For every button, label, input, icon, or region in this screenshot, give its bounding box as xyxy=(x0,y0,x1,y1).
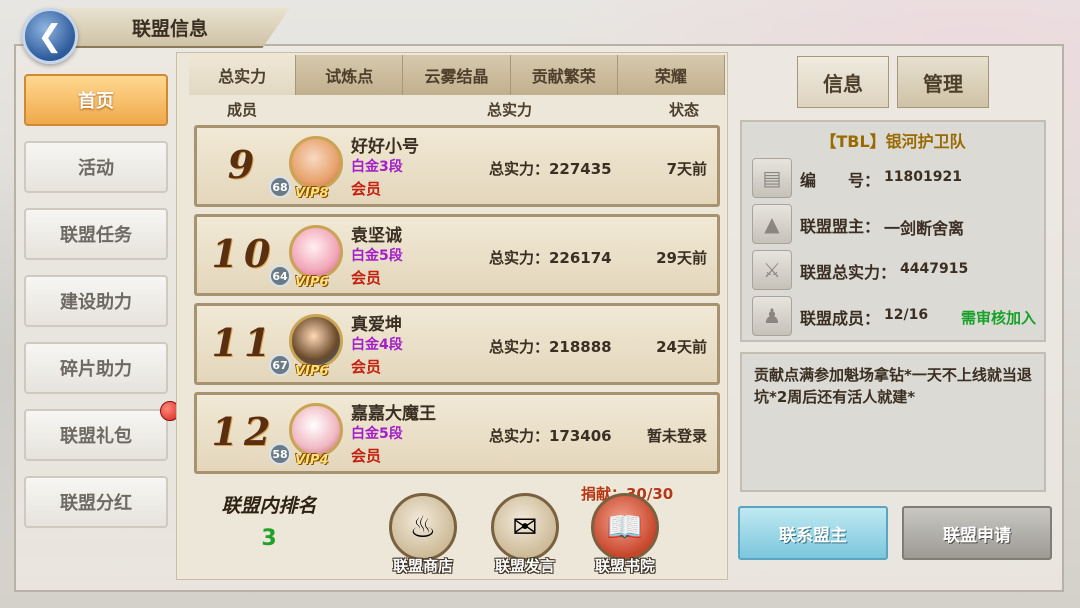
swords-icon: ⚔ xyxy=(752,250,792,290)
member-status: 24天前 xyxy=(656,338,707,356)
member-row[interactable]: 11 67 VIP6 真爱坤 白金4段 会员 总实力：218888 24天前 xyxy=(194,303,720,385)
member-power: 总实力：218888 xyxy=(489,338,612,356)
member-role: 会员 xyxy=(351,180,382,198)
nav-item-alliance-dividend[interactable]: 联盟分红 xyxy=(24,476,168,528)
info-tabs: 信息 管理 xyxy=(797,56,989,108)
tab-info[interactable]: 信息 xyxy=(797,56,889,108)
member-role: 会员 xyxy=(351,358,382,376)
tab-contribution[interactable]: 贡献繁荣 xyxy=(510,55,618,95)
member-grade: 白金5段 xyxy=(351,426,403,442)
level-badge: 64 xyxy=(269,265,291,287)
nav-item-fragment-help[interactable]: 碎片助力 xyxy=(24,342,168,394)
join-approval-badge: 需审核加入 xyxy=(960,309,1036,327)
member-row[interactable]: 12 58 VIP4 嘉嘉大魔王 白金5段 会员 总实力：173406 暂未登录 xyxy=(194,392,720,474)
alliance-shop-button[interactable]: ♨ 联盟商店 xyxy=(375,493,471,576)
id-icon: ▤ xyxy=(752,158,792,198)
pot-icon: ♨ xyxy=(389,493,457,561)
ranking-value: 3 xyxy=(261,526,277,551)
member-power: 总实力：173406 xyxy=(489,427,612,445)
vip-badge: VIP8 xyxy=(295,186,329,201)
member-name: 袁坚诚 xyxy=(351,226,402,246)
side-nav: 首页 活动 联盟任务 建设助力 碎片助力 联盟礼包 联盟分红 xyxy=(24,74,180,543)
info-row-leader: ▲ 联盟盟主： 一剑断舍离 xyxy=(752,204,1042,244)
vip-badge: VIP4 xyxy=(295,453,329,468)
member-avatar[interactable] xyxy=(289,225,343,279)
level-badge: 67 xyxy=(269,354,291,376)
alliance-name: 【TBL】银河护卫队 xyxy=(820,132,966,151)
member-name: 嘉嘉大魔王 xyxy=(351,404,436,424)
member-status: 7天前 xyxy=(666,160,707,178)
alliance-ranking: 联盟内排名 3 xyxy=(195,491,343,571)
nav-item-activity[interactable]: 活动 xyxy=(24,141,168,193)
member-role: 会员 xyxy=(351,447,382,465)
contact-leader-button[interactable]: 联系盟主 xyxy=(738,506,888,560)
vip-badge: VIP6 xyxy=(295,364,329,379)
tab-trial-points[interactable]: 试炼点 xyxy=(296,55,404,95)
member-power: 总实力：226174 xyxy=(489,249,612,267)
alliance-academy-button[interactable]: 📖 联盟书院 xyxy=(577,493,673,576)
member-status: 29天前 xyxy=(656,249,707,267)
info-row-members: ♟ 联盟成员： 12/16 需审核加入 xyxy=(752,296,1042,336)
member-avatar[interactable] xyxy=(289,403,343,457)
nav-item-build-help[interactable]: 建设助力 xyxy=(24,275,168,327)
level-badge: 58 xyxy=(269,443,291,465)
page-title: 联盟信息 xyxy=(60,8,290,48)
tab-honor[interactable]: 荣耀 xyxy=(617,55,726,95)
nav-item-home[interactable]: 首页 xyxy=(24,74,168,126)
member-row[interactable]: 10 64 VIP6 袁坚诚 白金5段 会员 总实力：226174 29天前 xyxy=(194,214,720,296)
member-grade: 白金4段 xyxy=(351,337,403,353)
member-role: 会员 xyxy=(351,269,382,287)
book-icon: 📖 xyxy=(591,493,659,561)
member-grade: 白金3段 xyxy=(351,159,403,175)
nav-item-alliance-tasks[interactable]: 联盟任务 xyxy=(24,208,168,260)
alliance-actions-bar: 联盟内排名 3 捐献：30/30 ♨ 联盟商店 ✉ 联盟发言 📖 联盟书院 xyxy=(189,485,725,577)
alliance-info-panel: 【TBL】银河护卫队 ▤ 编 号： 11801921 ▲ 联盟盟主： 一剑断舍离… xyxy=(740,120,1046,342)
column-headers: 成员 总实力 状态 xyxy=(189,99,725,121)
member-avatar[interactable] xyxy=(289,136,343,190)
member-row[interactable]: 9 68 VIP8 好好小号 白金3段 会员 总实力：227435 7天前 xyxy=(194,125,720,207)
tab-total-power[interactable]: 总实力 xyxy=(189,55,297,95)
col-member: 成员 xyxy=(227,101,258,119)
member-name: 好好小号 xyxy=(351,137,419,157)
tab-manage[interactable]: 管理 xyxy=(897,56,989,108)
member-name: 真爱坤 xyxy=(351,315,402,335)
alliance-apply-button[interactable]: 联盟申请 xyxy=(902,506,1052,560)
back-arrow-icon: ❮ xyxy=(37,18,63,54)
ranking-tabs: 总实力 试炼点 云雾结晶 贡献繁荣 荣耀 xyxy=(189,55,726,95)
member-panel: 总实力 试炼点 云雾结晶 贡献繁荣 荣耀 成员 总实力 状态 9 68 VIP8… xyxy=(176,52,728,580)
member-grade: 白金5段 xyxy=(351,248,403,264)
chat-icon: ✉ xyxy=(491,493,559,561)
member-list: 9 68 VIP8 好好小号 白金3段 会员 总实力：227435 7天前 10… xyxy=(194,125,720,481)
nav-item-alliance-gift[interactable]: 联盟礼包 xyxy=(24,401,180,461)
col-power: 总实力 xyxy=(487,101,533,119)
back-button[interactable]: ❮ xyxy=(22,8,78,64)
members-icon: ♟ xyxy=(752,296,792,336)
ranking-title: 联盟内排名 xyxy=(221,495,317,517)
col-status: 状态 xyxy=(669,101,700,119)
alliance-announcement: 贡献点满参加魁场拿钻*一天不上线就当退坑*2周后还有活人就建* xyxy=(740,352,1046,492)
hat-icon: ▲ xyxy=(752,204,792,244)
info-row-id: ▤ 编 号： 11801921 xyxy=(752,158,1042,198)
member-power: 总实力：227435 xyxy=(489,160,612,178)
member-avatar[interactable] xyxy=(289,314,343,368)
alliance-chat-button[interactable]: ✉ 联盟发言 xyxy=(477,493,573,576)
vip-badge: VIP6 xyxy=(295,275,329,290)
member-status: 暂未登录 xyxy=(646,427,707,445)
tab-cloud-crystal[interactable]: 云雾结晶 xyxy=(403,55,511,95)
level-badge: 68 xyxy=(269,176,291,198)
info-row-total-power: ⚔ 联盟总实力： 4447915 xyxy=(752,250,1042,290)
